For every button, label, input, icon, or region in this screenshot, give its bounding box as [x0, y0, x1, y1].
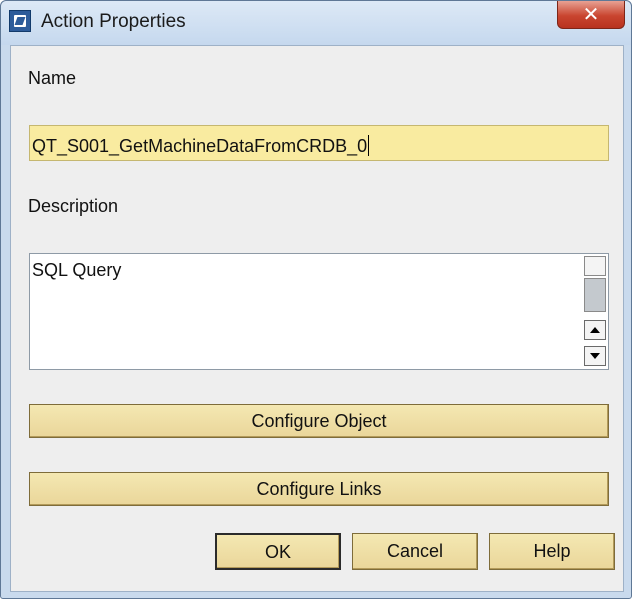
configure-object-button[interactable]: Configure Object: [29, 404, 609, 438]
description-scrollbar[interactable]: [584, 256, 606, 366]
ok-button-label: OK: [264, 542, 291, 562]
scroll-down-button[interactable]: [584, 346, 606, 366]
dialog-content: Name QT_S001_GetMachineDataFromCRDB_0 De…: [10, 45, 624, 592]
description-label: Description: [28, 196, 119, 216]
name-field-value: QT_S001_GetMachineDataFromCRDB_0: [32, 136, 368, 156]
app-icon: [9, 10, 31, 32]
help-button-label: Help: [533, 541, 571, 561]
help-button[interactable]: Help: [489, 533, 615, 570]
arrow-down-icon: [590, 353, 600, 359]
arrow-up-icon: [590, 327, 600, 333]
description-value: SQL Query: [32, 260, 122, 280]
action-properties-dialog: Action Properties ✕ Name QT_S001_GetMach…: [0, 0, 632, 599]
scrollbar-track-top[interactable]: [584, 256, 606, 276]
name-label: Name: [28, 68, 77, 88]
scroll-up-button[interactable]: [584, 320, 606, 340]
scrollbar-thumb[interactable]: [584, 278, 606, 312]
close-icon: ✕: [582, 2, 600, 26]
window-title: Action Properties: [41, 11, 186, 32]
title-bar[interactable]: Action Properties ✕: [1, 1, 631, 45]
ok-button[interactable]: OK: [215, 533, 341, 570]
name-field[interactable]: QT_S001_GetMachineDataFromCRDB_0: [29, 125, 609, 161]
description-textarea[interactable]: SQL Query: [29, 253, 609, 370]
configure-links-button[interactable]: Configure Links: [29, 472, 609, 506]
text-caret: [368, 135, 370, 156]
close-button[interactable]: ✕: [557, 1, 625, 29]
cancel-button-label: Cancel: [386, 541, 444, 561]
cancel-button[interactable]: Cancel: [352, 533, 478, 570]
